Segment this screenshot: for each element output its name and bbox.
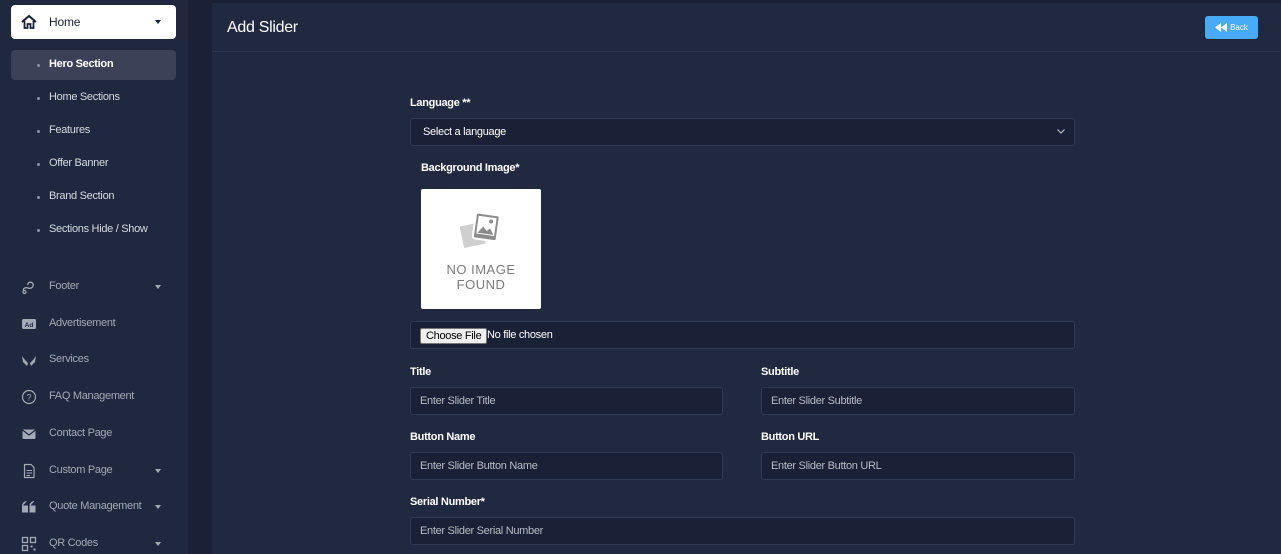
sidebar-subitem-hero-section[interactable]: Hero Section — [11, 50, 176, 80]
sidebar-subitem-features[interactable]: Features — [11, 116, 176, 146]
sidebar-item-label: Services — [49, 353, 89, 365]
bullet-icon — [37, 97, 40, 100]
bullet-icon — [37, 196, 40, 199]
sidebar-item-custom-page[interactable]: Custom Page — [11, 456, 176, 486]
sidebar-item-home[interactable]: Home — [11, 5, 176, 39]
sidebar-item-label: FAQ Management — [49, 390, 135, 402]
no-image-text-line2: FOUND — [456, 277, 506, 292]
bullet-icon — [37, 64, 40, 67]
qrcode-icon — [21, 536, 37, 552]
sidebar-item-faq-management[interactable]: ? FAQ Management — [11, 382, 176, 412]
sidebar-subitem-home-sections[interactable]: Home Sections — [11, 83, 176, 113]
sidebar-item-label: Contact Page — [49, 427, 113, 439]
button-url-label: Button URL — [761, 431, 820, 443]
language-select[interactable]: Select a language — [410, 118, 1075, 146]
serial-number-label: Serial Number* — [410, 496, 485, 508]
chevron-down-icon — [155, 285, 161, 289]
card-header: Add Slider Back — [212, 3, 1281, 52]
sidebar-item-label: Home — [49, 15, 81, 29]
file-input[interactable]: Choose File No file chosen — [410, 321, 1075, 349]
image-preview: NO IMAGE FOUND — [421, 189, 541, 309]
sidebar-item-footer[interactable]: Footer — [11, 272, 176, 302]
chevron-down-icon — [155, 542, 161, 546]
choose-file-button[interactable]: Choose File — [420, 328, 488, 344]
file-icon — [23, 463, 35, 479]
sidebar-item-qr-codes[interactable]: QR Codes — [11, 529, 176, 554]
button-url-input[interactable] — [761, 452, 1075, 480]
sidebar-subitem-sections-hide-show[interactable]: Sections Hide / Show — [11, 215, 176, 245]
background-image-label: Background Image* — [421, 162, 520, 174]
language-label: Language ** — [410, 97, 471, 109]
chevron-down-icon — [155, 469, 161, 473]
sidebar-subitem-label: Sections Hide / Show — [49, 223, 148, 235]
back-button[interactable]: Back — [1205, 16, 1258, 39]
sidebar-subitem-offer-banner[interactable]: Offer Banner — [11, 149, 176, 179]
bullet-icon — [37, 130, 40, 133]
hands-icon — [22, 356, 36, 366]
page-title: Add Slider — [227, 19, 298, 36]
back-button-label: Back — [1230, 23, 1248, 32]
sidebar-item-services[interactable]: Services — [11, 345, 176, 375]
sidebar-subitem-label: Features — [49, 124, 91, 136]
chevron-down-icon — [155, 505, 161, 509]
sidebar-item-advertisement[interactable]: Ad Advertisement — [11, 309, 176, 339]
bullet-icon — [37, 229, 40, 232]
sidebar-item-label: QR Codes — [49, 537, 98, 549]
sidebar-item-contact-page[interactable]: Contact Page — [11, 419, 176, 449]
sidebar-item-label: Advertisement — [49, 317, 116, 329]
envelope-icon — [22, 429, 36, 439]
question-icon: ? — [21, 389, 37, 405]
title-label: Title — [410, 366, 431, 378]
subtitle-label: Subtitle — [761, 366, 799, 378]
sidebar-subitem-label: Offer Banner — [49, 157, 109, 169]
home-icon — [21, 14, 37, 29]
file-status-text: No file chosen — [487, 329, 553, 341]
title-input[interactable] — [410, 387, 723, 415]
svg-text:Ad: Ad — [25, 322, 34, 329]
button-name-input[interactable] — [410, 452, 723, 480]
image-placeholder-icon — [457, 211, 501, 250]
sidebar-subitem-label: Hero Section — [49, 58, 114, 70]
sidebar-item-quote-management[interactable]: Quote Management — [11, 492, 176, 522]
main-card: Add Slider Back Language ** Select a lan… — [212, 3, 1281, 554]
svg-text:?: ? — [26, 393, 31, 403]
chevron-down-icon — [155, 20, 161, 24]
backward-icon — [1215, 23, 1228, 32]
button-name-label: Button Name — [410, 431, 476, 443]
serial-number-input[interactable] — [410, 517, 1075, 545]
subtitle-input[interactable] — [761, 387, 1075, 415]
language-select-value: Select a language — [423, 126, 506, 138]
sidebar-item-label: Quote Management — [49, 500, 142, 512]
no-image-text-line1: NO IMAGE — [446, 262, 516, 277]
ad-icon: Ad — [22, 319, 36, 329]
sidebar-subitem-label: Home Sections — [49, 91, 120, 103]
sidebar-item-label: Footer — [49, 280, 79, 292]
chevron-down-icon — [1057, 129, 1065, 134]
sidebar-subitem-label: Brand Section — [49, 190, 115, 202]
quote-icon — [22, 501, 36, 513]
footer-icon — [22, 281, 34, 295]
sidebar: Home Hero Section Home Sections Features… — [0, 0, 188, 554]
bullet-icon — [37, 163, 40, 166]
sidebar-subitem-brand-section[interactable]: Brand Section — [11, 182, 176, 212]
sidebar-item-label: Custom Page — [49, 464, 113, 476]
